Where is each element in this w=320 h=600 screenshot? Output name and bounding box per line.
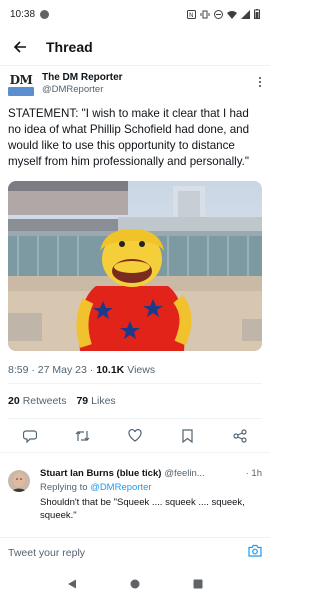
- nfc-icon: N: [187, 9, 196, 19]
- reply-author-name[interactable]: Stuart Ian Burns (blue tick): [40, 468, 161, 479]
- nav-back-icon[interactable]: [67, 579, 77, 589]
- nav-recents-icon[interactable]: [193, 579, 203, 589]
- camera-icon: [248, 544, 262, 557]
- signal-icon: [241, 9, 250, 19]
- retweet-icon: [75, 430, 90, 441]
- bookmark-button[interactable]: [178, 426, 198, 446]
- author-handle[interactable]: @DMReporter: [42, 84, 123, 95]
- reply-avatar-photo: [8, 470, 30, 492]
- more-options-icon: [258, 76, 262, 88]
- nav-home-icon[interactable]: [130, 579, 140, 589]
- android-nav-bar: [0, 567, 270, 600]
- like-button[interactable]: [125, 426, 145, 446]
- camera-button[interactable]: [248, 544, 262, 562]
- tweet-text: STATEMENT: "I wish to make it clear that…: [8, 107, 250, 168]
- status-icons: N: [187, 9, 260, 19]
- notification-icon: [40, 9, 50, 19]
- status-time: 10:38: [10, 8, 36, 20]
- svg-text:N: N: [189, 12, 194, 19]
- author-avatar[interactable]: DM: [8, 74, 34, 100]
- avatar-banner: [8, 87, 34, 96]
- status-bar: 10:38 N: [0, 0, 270, 28]
- back-arrow-icon: [13, 40, 26, 53]
- reply-button[interactable]: [20, 426, 40, 446]
- likes-count: 79: [76, 395, 89, 407]
- wifi-icon: [227, 10, 237, 19]
- retweets-count: 20: [8, 395, 20, 407]
- retweets-label: Retweets: [22, 395, 67, 407]
- like-icon: [128, 429, 142, 442]
- reply-text: Shouldn't that be "Squeek .... squeek ..…: [40, 497, 245, 521]
- replying-to-prefix: Replying to: [40, 482, 91, 493]
- page-title: Thread: [46, 38, 93, 55]
- dnd-icon: [214, 9, 223, 19]
- engagement-stats: 20 Retweets 79 Likes: [0, 384, 270, 418]
- top-bar: Thread: [0, 28, 270, 66]
- retweet-button[interactable]: [73, 426, 93, 446]
- retweets-stat[interactable]: 20 Retweets: [8, 395, 66, 407]
- main-tweet: DM The DM Reporter @DMReporter STATEMENT…: [0, 66, 270, 453]
- bookmark-icon: [182, 428, 193, 443]
- more-options-button[interactable]: [258, 72, 262, 90]
- tweet-image[interactable]: [8, 181, 262, 351]
- share-button[interactable]: [230, 426, 250, 446]
- back-button[interactable]: [2, 28, 38, 66]
- reply-avatar[interactable]: [8, 470, 30, 492]
- replying-to-handle-link[interactable]: @DMReporter: [90, 482, 151, 493]
- replying-to: Replying to @DMReporter: [40, 482, 262, 493]
- likes-stat[interactable]: 79 Likes: [76, 395, 115, 407]
- likes-label: Likes: [91, 395, 116, 407]
- reply-author-handle[interactable]: @feelin...: [164, 468, 204, 479]
- tweet-actions: [0, 419, 270, 453]
- puppet-photo: [8, 181, 262, 351]
- reply-input[interactable]: Tweet your reply: [8, 547, 85, 559]
- avatar-logo-text: DM: [9, 73, 33, 87]
- vibrate-icon: [200, 10, 210, 18]
- reply-composer[interactable]: Tweet your reply: [0, 537, 270, 567]
- reply-icon: [23, 429, 37, 443]
- views-count: 10.1K: [96, 364, 125, 376]
- tweet-meta: 8:59 · 27 May 23 · 10.1K Views: [0, 351, 270, 379]
- battery-icon: [254, 9, 260, 19]
- tweet-timestamp: 8:59 · 27 May 23 ·: [8, 364, 94, 376]
- views-label: Views: [127, 364, 156, 376]
- author-name[interactable]: The DM Reporter: [42, 72, 123, 83]
- reply-tweet[interactable]: Stuart Ian Burns (blue tick) @feelin... …: [0, 462, 270, 522]
- reply-time: · 1h: [245, 468, 262, 479]
- share-icon: [233, 428, 247, 443]
